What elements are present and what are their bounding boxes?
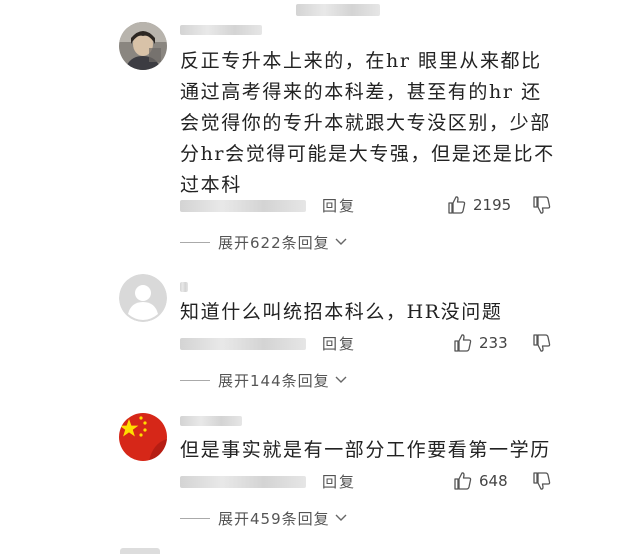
default-avatar-icon — [119, 274, 167, 322]
comment-meta: 回复 2195 — [180, 195, 560, 215]
dislike-button[interactable] — [532, 195, 552, 219]
blurred-timestamp — [180, 338, 306, 350]
chevron-down-icon — [335, 376, 347, 383]
divider-line — [180, 241, 210, 243]
photo-avatar-icon — [119, 22, 167, 70]
blurred-timestamp — [180, 200, 306, 212]
user-avatar[interactable] — [119, 22, 167, 70]
blurred-timestamp — [180, 476, 306, 488]
expand-replies-label: 展开144条回复 — [218, 371, 330, 390]
expand-replies-button[interactable]: 展开144条回复 — [180, 370, 348, 390]
china-flag-icon — [119, 413, 167, 461]
comment-text: 知道什么叫统招本科么，HR没问题 — [180, 301, 503, 323]
like-count: 233 — [479, 334, 508, 352]
like-count: 2195 — [473, 196, 512, 214]
like-button[interactable]: 2195 — [447, 195, 511, 215]
user-avatar[interactable] — [119, 413, 167, 461]
chevron-down-icon — [335, 514, 347, 521]
user-avatar[interactable] — [119, 274, 167, 322]
reply-button[interactable]: 回复 — [322, 333, 356, 354]
comment-text: 反正专升本上来的，在hr 眼里从来都比通过高考得来的本科差，甚至有的hr 还会觉… — [180, 50, 555, 196]
expand-replies-button[interactable]: 展开459条回复 — [180, 508, 348, 528]
divider-line — [180, 517, 210, 519]
blurred-username — [180, 416, 242, 426]
blurred-header — [296, 4, 380, 16]
thumbs-down-icon — [533, 472, 551, 490]
chevron-down-icon — [335, 238, 347, 245]
expand-replies-button[interactable]: 展开622条回复 — [180, 232, 348, 252]
expand-replies-label: 展开459条回复 — [218, 509, 330, 528]
thumbs-up-icon — [454, 334, 472, 352]
reply-button[interactable]: 回复 — [322, 195, 356, 216]
thumbs-up-icon — [454, 472, 472, 490]
reply-button[interactable]: 回复 — [322, 471, 356, 492]
comment-meta: 回复 233 — [180, 333, 560, 353]
thumbs-down-icon — [533, 196, 551, 214]
like-button[interactable]: 648 — [453, 471, 508, 491]
divider-line — [180, 379, 210, 381]
blurred-username — [180, 25, 262, 35]
like-count: 648 — [479, 472, 508, 490]
thumbs-down-icon — [533, 334, 551, 352]
like-button[interactable]: 233 — [453, 333, 508, 353]
dislike-button[interactable] — [532, 471, 552, 495]
blurred-username — [180, 282, 188, 292]
comments-page: 反正专升本上来的，在hr 眼里从来都比通过高考得来的本科差，甚至有的hr 还会觉… — [0, 0, 640, 554]
comment-text: 但是事实就是有一部分工作要看第一学历 — [180, 439, 551, 461]
dislike-button[interactable] — [532, 333, 552, 357]
expand-replies-label: 展开622条回复 — [218, 233, 330, 252]
comment-meta: 回复 648 — [180, 471, 560, 491]
thumbs-up-icon — [448, 196, 466, 214]
next-avatar-edge — [120, 548, 160, 554]
